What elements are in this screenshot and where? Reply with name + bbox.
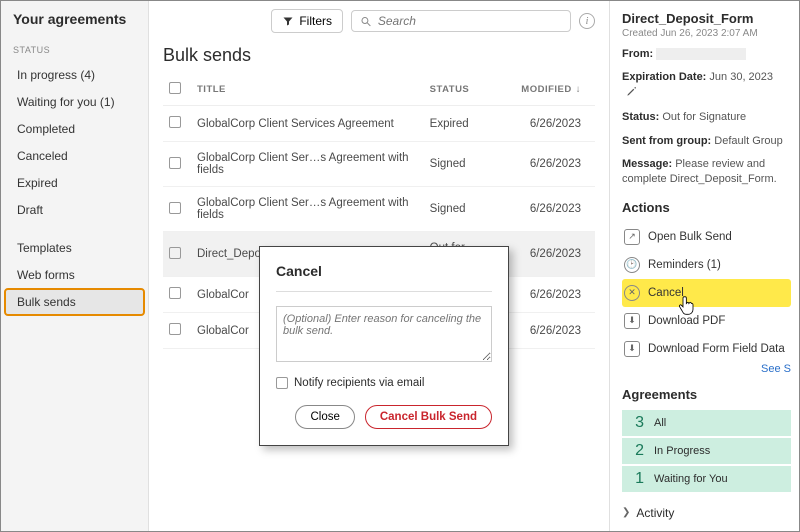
- page-title: Bulk sends: [163, 45, 595, 66]
- sidebar-item-draft[interactable]: Draft: [5, 197, 144, 223]
- select-all-checkbox[interactable]: [169, 82, 181, 94]
- actions-heading: Actions: [622, 200, 791, 215]
- activity-toggle[interactable]: ❯ Activity: [622, 502, 791, 524]
- col-modified[interactable]: MODIFIED↓: [515, 74, 595, 106]
- action-download-pdf[interactable]: ⬇ Download PDF: [622, 307, 791, 335]
- agreements-heading: Agreements: [622, 387, 791, 402]
- stat-count: 1: [630, 470, 644, 488]
- from-label: From:: [622, 48, 653, 60]
- table-row[interactable]: GlobalCorp Client Ser…s Agreement with f…: [163, 187, 595, 232]
- sidebar-item-bulksends[interactable]: Bulk sends: [5, 289, 144, 315]
- action-label: Open Bulk Send: [648, 231, 732, 243]
- action-label: Download Form Field Data: [648, 343, 785, 355]
- notify-label: Notify recipients via email: [294, 377, 424, 389]
- sort-desc-icon: ↓: [576, 84, 581, 95]
- agreements-stat-waiting[interactable]: 1 Waiting for You: [622, 466, 791, 492]
- cancel-icon: ✕: [624, 285, 640, 301]
- expiration-value: Jun 30, 2023: [709, 71, 773, 83]
- row-checkbox[interactable]: [169, 157, 181, 169]
- status-section-label: STATUS: [1, 39, 148, 61]
- row-checkbox[interactable]: [169, 202, 181, 214]
- sidebar-title: Your agreements: [1, 11, 148, 39]
- stat-label: In Progress: [654, 445, 710, 457]
- row-checkbox[interactable]: [169, 247, 181, 259]
- details-title: Direct_Deposit_Form: [622, 11, 791, 26]
- action-label: Reminders (1): [648, 259, 721, 271]
- agreements-stat-all[interactable]: 3 All: [622, 410, 791, 436]
- stat-label: Waiting for You: [654, 473, 728, 485]
- sidebar: Your agreements STATUS In progress (4) W…: [1, 1, 149, 531]
- see-more-link[interactable]: See S: [761, 363, 791, 375]
- row-modified: 6/26/2023: [515, 187, 595, 232]
- status-label: Status:: [622, 111, 659, 123]
- edit-expiration-button[interactable]: [626, 86, 637, 97]
- row-title: GlobalCorp Client Services Agreement: [191, 106, 424, 142]
- message-label: Message:: [622, 158, 672, 170]
- search-icon: [360, 15, 372, 28]
- status-value: Out for Signature: [662, 111, 746, 123]
- filter-icon: [282, 15, 294, 27]
- group-label: Sent from group:: [622, 135, 711, 147]
- row-title: GlobalCorp Client Ser…s Agreement with f…: [191, 187, 424, 232]
- expiration-label: Expiration Date:: [622, 71, 706, 83]
- group-value: Default Group: [714, 135, 782, 147]
- modal-confirm-button[interactable]: Cancel Bulk Send: [365, 405, 492, 429]
- search-input[interactable]: [378, 14, 562, 28]
- activity-label: Activity: [636, 506, 674, 520]
- stat-count: 2: [630, 442, 644, 460]
- pencil-icon: [626, 86, 637, 97]
- divider: [276, 291, 492, 292]
- open-icon: ↗: [624, 229, 640, 245]
- col-status[interactable]: STATUS: [424, 74, 516, 106]
- row-status: Signed: [424, 187, 516, 232]
- toolbar: Filters i: [163, 9, 595, 33]
- row-modified: 6/26/2023: [515, 142, 595, 187]
- download-pdf-icon: ⬇: [624, 313, 640, 329]
- col-title[interactable]: TITLE: [191, 74, 424, 106]
- cancel-reason-input[interactable]: [276, 306, 492, 362]
- modal-close-button[interactable]: Close: [295, 405, 354, 429]
- table-row[interactable]: GlobalCorp Client Services Agreement Exp…: [163, 106, 595, 142]
- row-checkbox[interactable]: [169, 116, 181, 128]
- chevron-right-icon: ❯: [622, 507, 630, 518]
- stat-count: 3: [630, 414, 644, 432]
- details-created: Created Jun 26, 2023 2:07 AM: [622, 28, 791, 39]
- sidebar-item-completed[interactable]: Completed: [5, 116, 144, 142]
- cancel-modal: Cancel Notify recipients via email Close…: [259, 246, 509, 446]
- sidebar-item-templates[interactable]: Templates: [5, 235, 144, 261]
- row-checkbox[interactable]: [169, 287, 181, 299]
- filters-label: Filters: [299, 14, 332, 28]
- sidebar-item-in-progress[interactable]: In progress (4): [5, 62, 144, 88]
- stat-label: All: [654, 417, 666, 429]
- action-reminders[interactable]: 🕑 Reminders (1): [622, 251, 791, 279]
- sidebar-item-webforms[interactable]: Web forms: [5, 262, 144, 288]
- details-panel: Direct_Deposit_Form Created Jun 26, 2023…: [609, 1, 799, 531]
- search-wrap[interactable]: [351, 10, 571, 32]
- action-label: Download PDF: [648, 315, 725, 327]
- row-title: GlobalCorp Client Ser…s Agreement with f…: [191, 142, 424, 187]
- sidebar-item-expired[interactable]: Expired: [5, 170, 144, 196]
- action-download-data[interactable]: ⬇ Download Form Field Data: [622, 335, 791, 363]
- action-cancel[interactable]: ✕ Cancel: [622, 279, 791, 307]
- table-row[interactable]: GlobalCorp Client Ser…s Agreement with f…: [163, 142, 595, 187]
- sidebar-item-waiting[interactable]: Waiting for you (1): [5, 89, 144, 115]
- modal-title: Cancel: [276, 263, 492, 279]
- action-label: Cancel: [648, 287, 684, 299]
- info-icon[interactable]: i: [579, 13, 595, 29]
- from-value: [656, 48, 746, 60]
- filters-button[interactable]: Filters: [271, 9, 343, 33]
- row-modified: 6/26/2023: [515, 313, 595, 349]
- download-data-icon: ⬇: [624, 341, 640, 357]
- action-open-bulksend[interactable]: ↗ Open Bulk Send: [622, 223, 791, 251]
- row-modified: 6/26/2023: [515, 277, 595, 313]
- agreements-stat-inprogress[interactable]: 2 In Progress: [622, 438, 791, 464]
- row-modified: 6/26/2023: [515, 232, 595, 277]
- row-checkbox[interactable]: [169, 323, 181, 335]
- row-status: Signed: [424, 142, 516, 187]
- row-status: Expired: [424, 106, 516, 142]
- sidebar-item-canceled[interactable]: Canceled: [5, 143, 144, 169]
- notify-checkbox[interactable]: [276, 377, 288, 389]
- clock-icon: 🕑: [624, 257, 640, 273]
- row-modified: 6/26/2023: [515, 106, 595, 142]
